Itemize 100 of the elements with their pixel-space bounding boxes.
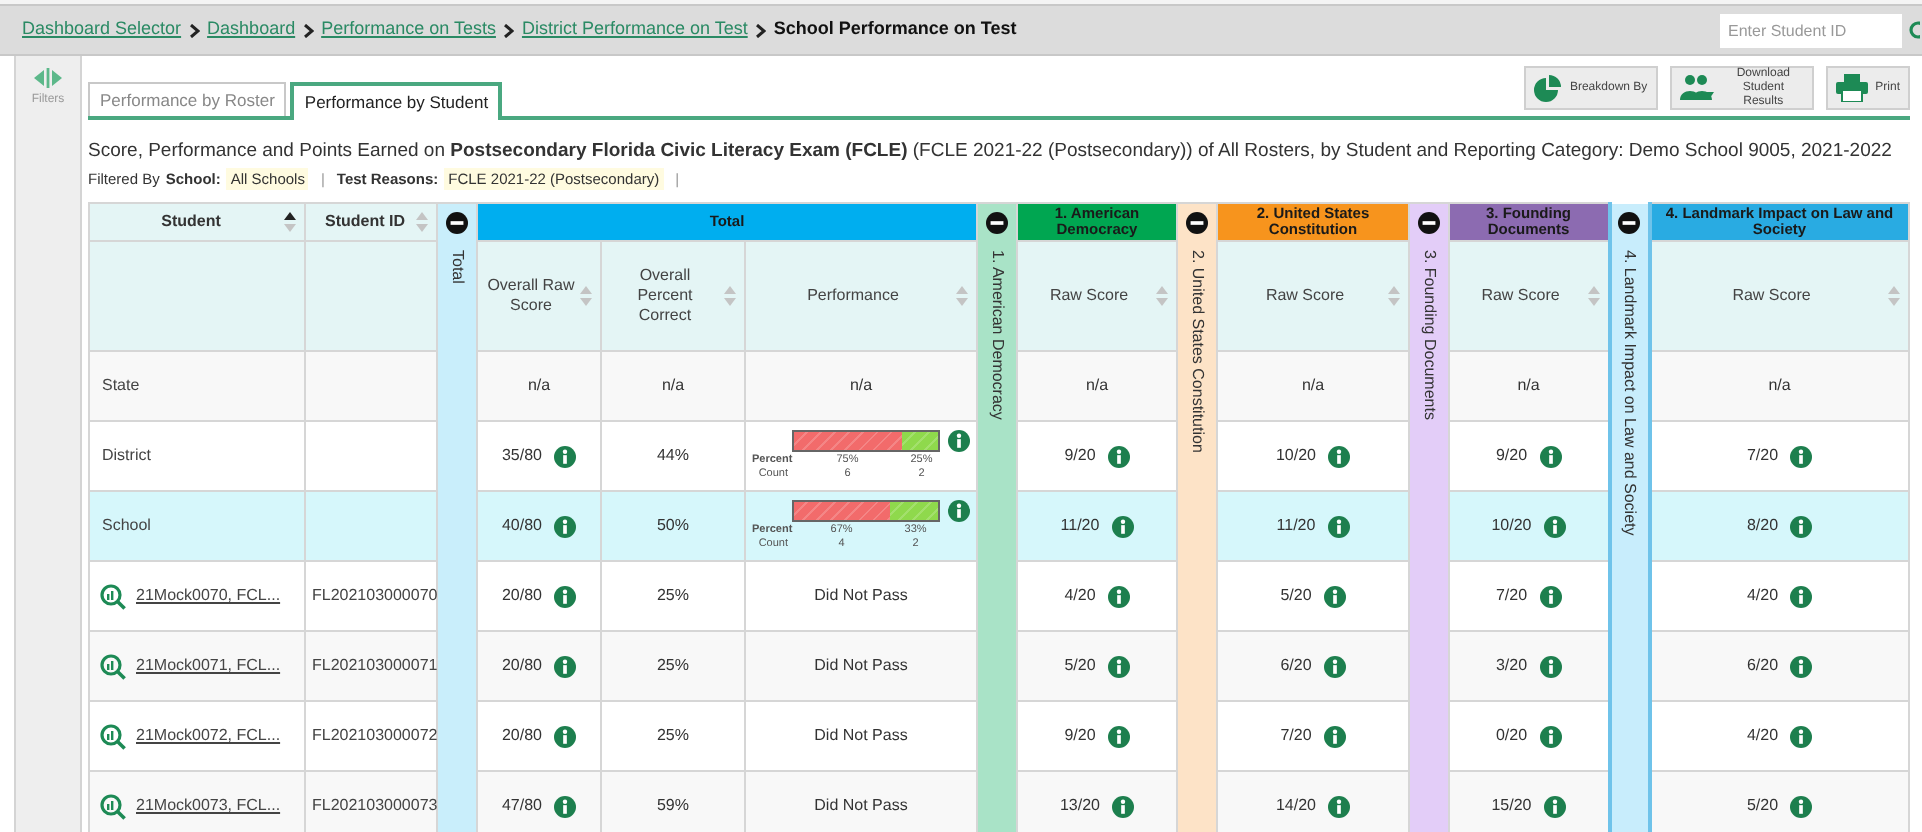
score-value: 35/80: [501, 444, 543, 469]
score-value: 47/80: [501, 794, 543, 819]
strip-label: 3. Founding Documents: [1419, 250, 1441, 421]
score-value: n/a: [1301, 374, 1325, 399]
info-icon[interactable]: [1790, 795, 1813, 818]
percent-value: 25%: [656, 586, 689, 605]
strip-label: 4. Landmark Impact on Law and Society: [1619, 249, 1641, 535]
magnifier-chart-icon[interactable]: [100, 653, 126, 680]
info-icon[interactable]: [1328, 795, 1351, 818]
score-value: 7/20: [1280, 724, 1312, 749]
tab[interactable]: Performance by Roster: [88, 82, 287, 116]
info-icon[interactable]: [1539, 445, 1562, 468]
info-icon[interactable]: [1323, 655, 1346, 678]
student-search-field[interactable]: Enter Student ID: [1720, 13, 1902, 47]
search-icon[interactable]: [1908, 19, 1920, 41]
percent-value: 25%: [656, 726, 689, 745]
performance-value: Did Not Pass: [814, 726, 908, 745]
info-icon[interactable]: [1790, 445, 1813, 468]
info-icon[interactable]: [1543, 515, 1566, 538]
column-header[interactable]: Raw Score: [1217, 241, 1409, 352]
collapse-icon[interactable]: [1418, 212, 1440, 235]
chevron-icon: [755, 23, 766, 37]
score-value: 5/20: [1280, 584, 1312, 609]
info-icon[interactable]: [554, 725, 577, 748]
score-value: 7/20: [1746, 444, 1779, 469]
performance-value: Did Not Pass: [814, 586, 908, 605]
score-value: 5/20: [1746, 794, 1779, 819]
info-icon[interactable]: [554, 795, 577, 818]
info-icon[interactable]: [1328, 445, 1351, 468]
breadcrumb-current: School Performance on Test: [773, 16, 1017, 43]
student-id: FL202103000071: [312, 656, 438, 675]
info-icon[interactable]: [948, 500, 970, 523]
score-value: n/a: [1517, 374, 1540, 399]
info-icon[interactable]: [1323, 725, 1346, 748]
tab[interactable]: Performance by Student: [290, 82, 503, 120]
info-icon[interactable]: [554, 655, 577, 678]
info-icon[interactable]: [1323, 585, 1346, 608]
chevron-icon: [303, 23, 314, 37]
info-icon[interactable]: [554, 445, 577, 468]
info-icon[interactable]: [1790, 655, 1813, 678]
info-icon[interactable]: [1790, 515, 1813, 538]
score-value: 5/20: [1064, 654, 1096, 679]
info-icon[interactable]: [1539, 585, 1562, 608]
score-value: 11/20: [1276, 514, 1316, 539]
row-label: School: [102, 516, 151, 535]
info-icon[interactable]: [1112, 795, 1135, 818]
row-label: State: [102, 376, 140, 395]
score-value: 11/20: [1060, 514, 1100, 539]
score-value: 10/20: [1491, 514, 1532, 539]
info-icon[interactable]: [1790, 725, 1813, 748]
strip-label: Total: [447, 250, 469, 285]
info-icon[interactable]: [1107, 725, 1130, 748]
collapse-icon[interactable]: [446, 212, 468, 235]
column-header[interactable]: Overall Percent Correct: [601, 241, 745, 352]
strip-label: 1. American Democracy: [987, 250, 1009, 421]
score-value: 3/20: [1495, 654, 1528, 679]
percent-value: 44%: [656, 446, 689, 465]
column-header[interactable]: Performance: [745, 241, 977, 352]
column-header[interactable]: Raw Score: [1017, 241, 1177, 352]
info-icon[interactable]: [1539, 655, 1562, 678]
collapsed-column-strip[interactable]: 1. American Democracy: [977, 203, 1017, 832]
collapse-icon[interactable]: [1618, 211, 1640, 234]
info-icon[interactable]: [1111, 515, 1134, 538]
collapse-icon[interactable]: [1186, 212, 1208, 235]
score-value: 9/20: [1495, 444, 1528, 469]
row-label: District: [102, 446, 151, 465]
column-header[interactable]: Overall Raw Score: [477, 241, 601, 352]
score-value: n/a: [1768, 374, 1791, 399]
collapsed-column-strip[interactable]: 4. Landmark Impact on Law and Society: [1609, 203, 1649, 832]
info-icon[interactable]: [1539, 725, 1562, 748]
column-header[interactable]: Raw Score: [1449, 241, 1609, 352]
info-icon[interactable]: [1107, 655, 1130, 678]
column-header[interactable]: Student: [89, 203, 305, 242]
sort-icon[interactable]: [284, 212, 296, 233]
column-header[interactable]: Student ID: [305, 203, 437, 242]
score-value: 4/20: [1746, 724, 1779, 749]
info-icon[interactable]: [554, 585, 577, 608]
magnifier-chart-icon[interactable]: [100, 793, 126, 820]
chevron-icon: [503, 23, 514, 37]
info-icon[interactable]: [1790, 585, 1813, 608]
info-icon[interactable]: [1107, 445, 1130, 468]
collapsed-column-strip[interactable]: 2. United States Constitution: [1177, 203, 1217, 832]
collapsed-column-strip[interactable]: 3. Founding Documents: [1409, 203, 1449, 832]
score-value: 9/20: [1064, 724, 1096, 749]
info-icon[interactable]: [1107, 585, 1130, 608]
score-value: 14/20: [1275, 794, 1317, 819]
info-icon[interactable]: [948, 430, 970, 453]
chevron-icon: [189, 23, 200, 37]
collapsed-column-strip[interactable]: Total: [437, 203, 477, 832]
magnifier-chart-icon[interactable]: [100, 723, 126, 750]
info-icon[interactable]: [1543, 795, 1566, 818]
info-icon[interactable]: [554, 515, 577, 538]
performance-value: n/a: [849, 376, 873, 395]
percent-value: 25%: [656, 656, 689, 675]
info-icon[interactable]: [1327, 515, 1350, 538]
score-value: 10/20: [1275, 444, 1317, 469]
collapse-icon[interactable]: [986, 212, 1008, 235]
magnifier-chart-icon[interactable]: [100, 583, 126, 610]
column-header[interactable]: Raw Score: [1649, 241, 1909, 352]
student-id: FL202103000072: [312, 726, 438, 745]
